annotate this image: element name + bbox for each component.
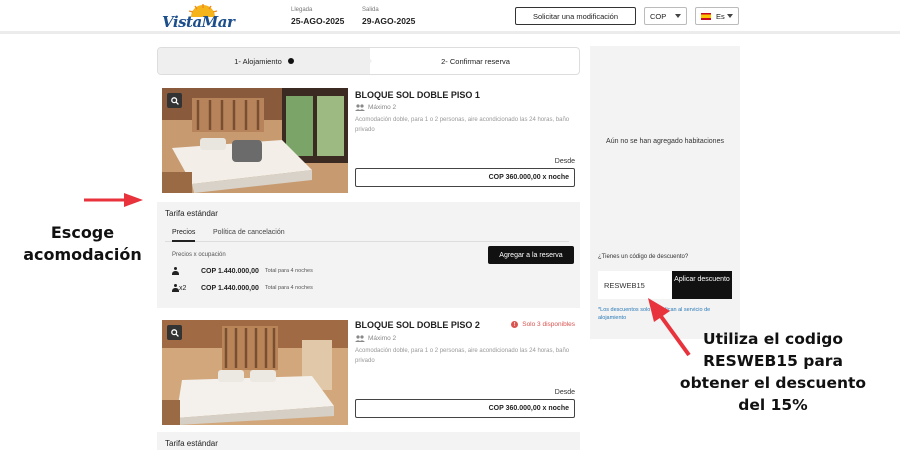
add-to-reservation-button[interactable]: Agregar a la reserva (488, 246, 574, 264)
occupancy-amount: COP 1.440.000,00 (201, 284, 259, 292)
arrow-left-icon (84, 193, 143, 207)
room-capacity-text: Máximo 2 (368, 335, 397, 342)
checkout-date: 29-AGO-2025 (362, 16, 416, 26)
person-count: x2 (179, 284, 187, 292)
occupancy-nights: Total para 4 noches (264, 268, 313, 274)
room-capacity: Máximo 2 (355, 335, 396, 342)
rate-section: Tarifa estándar (157, 432, 580, 450)
occupancy-amount: COP 1.440.000,00 (201, 267, 259, 275)
occupancy-label: Precios x ocupación (172, 252, 226, 258)
checkin-date: 25-AGO-2025 (291, 16, 345, 26)
room-photo[interactable] (162, 88, 348, 193)
occupancy-row: x2 COP 1.440.000,00 Total para 4 noches (172, 284, 313, 292)
occupancy-row: COP 1.440.000,00 Total para 4 noches (172, 267, 313, 275)
discount-question: ¿Tienes un código de descuento? (598, 254, 689, 260)
top-header: VistaMar Llegada 25-AGO-2025 Salida 29-A… (0, 0, 900, 34)
rate-title: Tarifa estándar (165, 439, 218, 448)
room-capacity-text: Máximo 2 (368, 104, 397, 111)
zoom-button[interactable] (167, 325, 182, 340)
reservation-summary-panel: Aún no se han agregado habitaciones ¿Tie… (590, 46, 740, 339)
logo-wordmark: VistaMar (162, 13, 235, 31)
chevron-down-icon (727, 14, 733, 18)
currency-select[interactable]: COP (644, 7, 687, 25)
rate-title: Tarifa estándar (165, 209, 218, 218)
annotation-discount-code: Utiliza el codigo RESWEB15 para obtener … (679, 330, 867, 414)
checkout-label: Salida (362, 7, 379, 13)
apply-discount-button[interactable]: Aplicar descuento (672, 271, 732, 299)
guests-icon (355, 104, 365, 111)
language-select[interactable]: Es (695, 7, 739, 25)
info-icon: ! (511, 321, 519, 328)
room-description: Acomodación doble, para 1 o 2 personas, … (355, 117, 570, 133)
room-photo[interactable] (162, 320, 348, 425)
language-value: Es (716, 11, 725, 21)
booking-steps: 1- Alojamiento 2- Confirmar reserva (157, 47, 580, 75)
empty-rooms-message: Aún no se han agregado habitaciones (606, 138, 724, 145)
occupancy-nights: Total para 4 noches (264, 285, 313, 291)
availability-badge: ! Solo 3 disponibles (511, 321, 575, 328)
request-modification-button[interactable]: Solicitar una modificación (515, 7, 636, 25)
room-title: BLOQUE SOL DOBLE PISO 2 (355, 320, 480, 330)
checkin-label: Llegada (291, 7, 313, 13)
currency-value: COP (650, 11, 667, 21)
checkout-block: Salida 29-AGO-2025 (362, 7, 415, 26)
tab-prices[interactable]: Precios (172, 229, 196, 242)
room-capacity: Máximo 2 (355, 104, 396, 111)
room-photo-image (162, 88, 348, 193)
checkin-block: Llegada 25-AGO-2025 (291, 7, 344, 26)
step-accommodation-label: 1- Alojamiento (234, 56, 282, 66)
room-title: BLOQUE SOL DOBLE PISO 1 (355, 90, 480, 100)
discount-note: *Los descuentos solo se aplican al servi… (598, 307, 711, 321)
search-icon (170, 96, 179, 105)
current-step-dot-icon (287, 58, 294, 64)
room-photo-image (162, 320, 348, 425)
room-price[interactable]: COP 360.000,00 x noche (355, 168, 575, 187)
availability-text: Solo 3 disponibles (522, 321, 575, 328)
person-icon (172, 267, 192, 275)
rate-tabs: Precios Política de cancelación (165, 226, 569, 242)
rate-section: Tarifa estándar Precios Política de canc… (157, 202, 580, 308)
step-confirm-label: 2- Confirmar reserva (441, 56, 510, 66)
room-card: BLOQUE SOL DOBLE PISO 2 ! Solo 3 disponi… (157, 316, 580, 428)
from-label: Desde (554, 389, 575, 396)
guests-icon (355, 335, 365, 342)
discount-code-input[interactable]: RESWEB15 (598, 271, 673, 299)
room-price[interactable]: COP 360.000,00 x noche (355, 399, 575, 418)
zoom-button[interactable] (167, 93, 182, 108)
step-accommodation[interactable]: 1- Alojamiento (158, 48, 370, 74)
tab-cancellation-policy[interactable]: Política de cancelación (213, 229, 285, 236)
step-confirm[interactable]: 2- Confirmar reserva (370, 48, 579, 74)
room-description: Acomodación doble, para 1 o 2 personas, … (355, 348, 570, 364)
spain-flag-icon (701, 12, 711, 20)
annotation-choose-room: Escoge acomodación (23, 223, 142, 264)
chevron-down-icon (675, 14, 681, 18)
from-label: Desde (554, 158, 575, 165)
person-icon: x2 (172, 284, 192, 292)
room-card: BLOQUE SOL DOBLE PISO 1 Máximo 2 Acomoda… (157, 86, 580, 200)
search-icon (170, 328, 179, 337)
vistamar-logo[interactable]: VistaMar (162, 4, 235, 31)
